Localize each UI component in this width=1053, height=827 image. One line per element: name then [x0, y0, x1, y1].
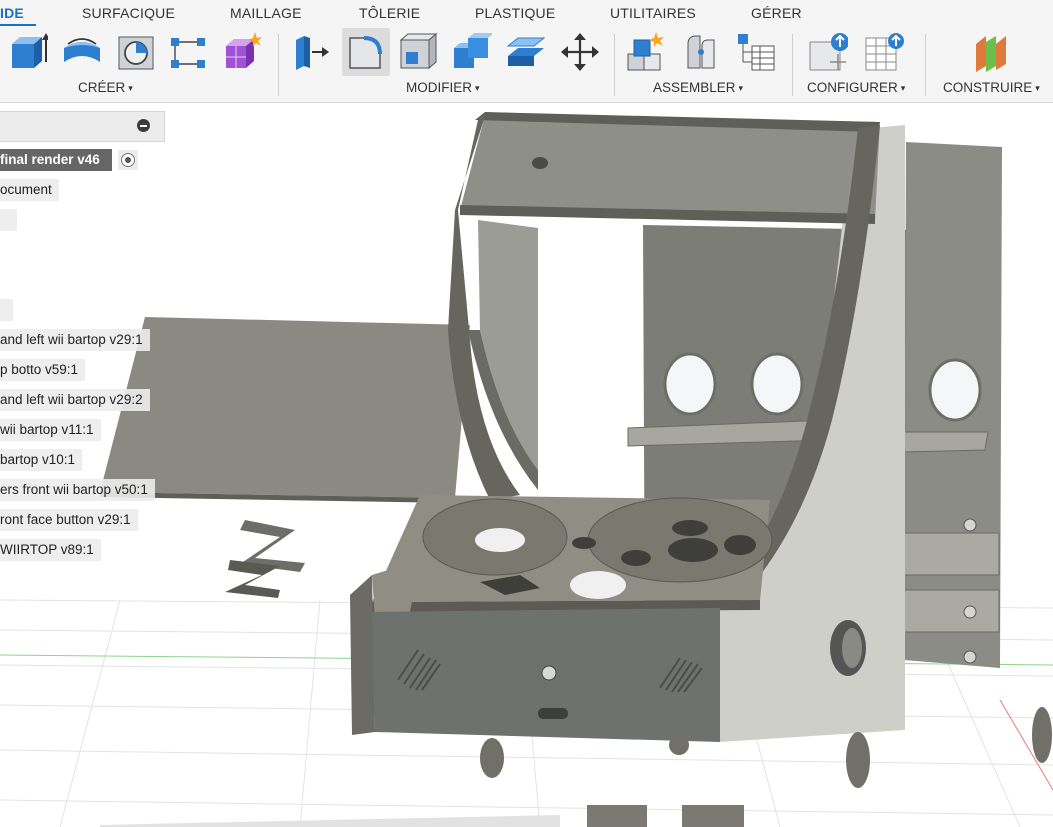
shell-icon[interactable] — [398, 32, 438, 72]
browser-component-item[interactable]: and left wii bartop v29:2 — [0, 389, 150, 411]
toolbar-separator — [925, 34, 926, 96]
construct-menu[interactable]: CONSTRUIRE ▾ — [943, 80, 1040, 95]
browser-header[interactable] — [0, 111, 165, 142]
collapse-icon[interactable] — [137, 119, 150, 132]
toolbar-separator — [792, 34, 793, 96]
configure-icon[interactable] — [808, 32, 848, 72]
document-title[interactable]: final render v46 — [0, 149, 112, 171]
bom-table-icon[interactable] — [736, 32, 776, 72]
browser-component-item[interactable]: wii bartop v11:1 — [0, 419, 101, 441]
create-menu[interactable]: CRÉER ▾ — [78, 80, 133, 95]
browser-item-stub[interactable] — [0, 209, 17, 231]
canvas-viewport[interactable]: final render v46 ocument and left wii ba… — [0, 103, 1053, 827]
tab-plastic[interactable]: PLASTIQUE — [475, 5, 555, 21]
offset-plane-icon[interactable] — [972, 32, 1012, 72]
tab-surface[interactable]: SURFACIQUE — [82, 5, 175, 21]
press-pull-icon[interactable] — [290, 32, 330, 72]
browser-component-item[interactable]: p botto v59:1 — [0, 359, 86, 381]
fillet-icon[interactable] — [346, 32, 386, 72]
tab-solid[interactable]: IDE — [0, 5, 24, 21]
document-settings-item[interactable]: ocument — [0, 179, 59, 201]
workspace-tabs: IDE SURFACIQUE MAILLAGE TÔLERIE PLASTIQU… — [0, 0, 1053, 26]
tab-manage[interactable]: GÉRER — [751, 5, 802, 21]
tab-sheet-metal[interactable]: TÔLERIE — [359, 5, 420, 21]
cabinet-left-outer — [350, 575, 375, 735]
marquee-panel — [460, 115, 880, 220]
pattern-icon[interactable] — [168, 32, 208, 72]
offset-face-icon[interactable] — [506, 32, 546, 72]
ribbon-toolbar: CRÉER ▾ MODIFIER ▾ ASSEMBLER ▾ CONFIGURE… — [0, 26, 1053, 103]
active-radio-icon[interactable] — [118, 150, 138, 170]
new-component-icon[interactable] — [626, 32, 666, 72]
toolbar-separator — [614, 34, 615, 96]
side-panel-left — [100, 317, 470, 498]
tab-mesh[interactable]: MAILLAGE — [230, 5, 302, 21]
z-bracket — [225, 520, 305, 598]
browser-component-item[interactable]: ront face button v29:1 — [0, 509, 138, 531]
toolbar-separator — [278, 34, 279, 96]
tab-utilities[interactable]: UTILITAIRES — [610, 5, 696, 21]
combine-icon[interactable] — [452, 32, 492, 72]
browser-component-item[interactable]: WIIRTOP v89:1 — [0, 539, 101, 561]
create-form-icon[interactable] — [222, 32, 262, 72]
model-canvas[interactable] — [0, 103, 1053, 827]
hole-icon[interactable] — [116, 32, 156, 72]
browser-component-item[interactable]: ers front wii bartop v50:1 — [0, 479, 155, 501]
hinge-2 — [903, 589, 1000, 633]
assemble-menu[interactable]: ASSEMBLER ▾ — [653, 80, 743, 95]
browser-item-stub[interactable] — [0, 299, 13, 321]
configure-menu[interactable]: CONFIGURER ▾ — [807, 80, 905, 95]
hinge-1 — [903, 532, 1000, 576]
extrude-icon[interactable] — [8, 32, 48, 72]
joint-icon[interactable] — [682, 32, 722, 72]
configure-table-icon[interactable] — [864, 32, 904, 72]
modify-menu[interactable]: MODIFIER ▾ — [406, 80, 480, 95]
move-icon[interactable] — [560, 32, 600, 72]
revolve-icon[interactable] — [62, 32, 102, 72]
browser-component-item[interactable]: bartop v10:1 — [0, 449, 83, 471]
browser-component-item[interactable]: and left wii bartop v29:1 — [0, 329, 150, 351]
